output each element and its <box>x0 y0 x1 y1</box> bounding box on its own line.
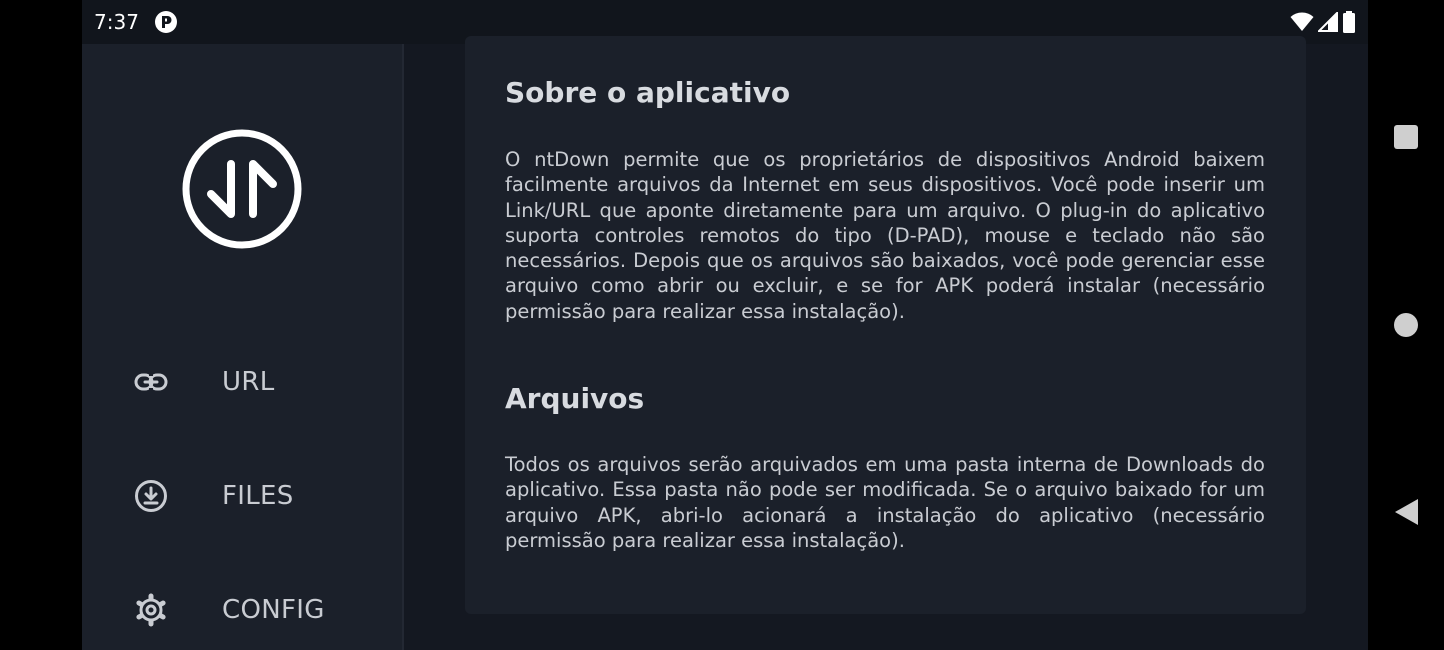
status-icons <box>1290 11 1356 33</box>
sidebar-item-config[interactable]: CONFIG <box>82 579 402 639</box>
wifi-icon <box>1290 12 1314 32</box>
status-time: 7:37 <box>94 10 139 34</box>
section-body: Todos os arquivos serão arquivados em um… <box>505 453 1265 552</box>
sidebar-item-label: URL <box>222 367 275 397</box>
link-icon <box>134 365 168 399</box>
back-icon[interactable] <box>1394 499 1418 529</box>
notification-app-icon <box>155 11 177 33</box>
section-title: Sobre o aplicativo <box>505 76 791 109</box>
cell-signal-icon <box>1318 12 1338 32</box>
system-nav-bar <box>1368 0 1444 650</box>
content-card: Sobre o aplicativo O ntDown permite que … <box>465 36 1306 614</box>
sidebar: URL FILES CONFIG <box>82 44 404 650</box>
gear-icon <box>134 593 168 627</box>
sidebar-item-url[interactable]: URL <box>82 351 402 411</box>
battery-icon <box>1342 11 1356 33</box>
content-sections: Sobre o aplicativo O ntDown permite que … <box>505 74 1265 553</box>
recents-icon[interactable] <box>1394 125 1418 153</box>
sidebar-item-files[interactable]: FILES <box>82 465 402 525</box>
download-circle-icon <box>134 479 168 513</box>
section-body: O ntDown permite que os proprietários de… <box>505 148 1265 323</box>
section-title: Arquivos <box>505 382 645 416</box>
sidebar-item-label: FILES <box>222 481 294 511</box>
home-icon[interactable] <box>1394 313 1418 341</box>
up-down-arrows-logo-icon <box>181 128 303 250</box>
app-screen: 7:37 URL FILES CONFIG Sobre o aplicativo… <box>82 0 1368 650</box>
sidebar-item-label: CONFIG <box>222 595 325 625</box>
